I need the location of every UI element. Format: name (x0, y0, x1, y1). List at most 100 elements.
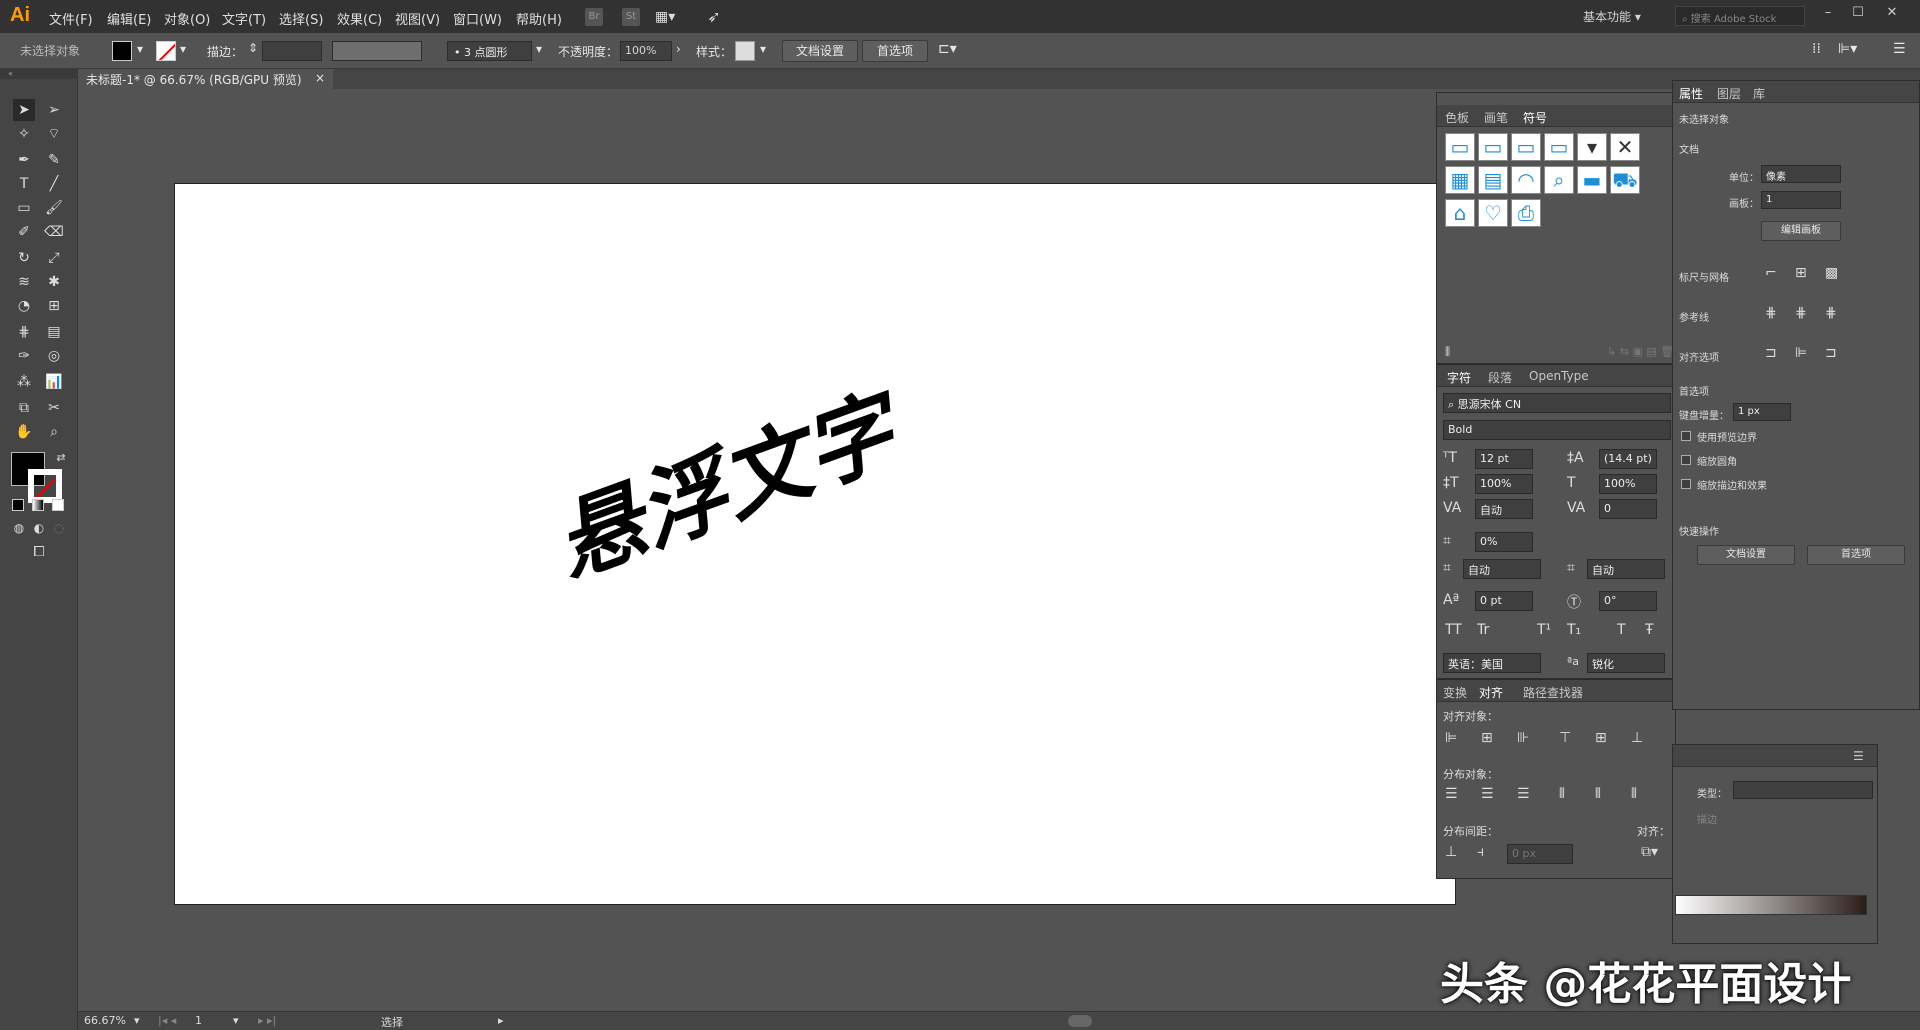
distribute-top-icon[interactable]: ☰ (1445, 786, 1458, 802)
document-tab[interactable]: 未标题-1* @ 66.67% (RGB/GPU 预览) × (78, 69, 333, 89)
artboard-tool-icon[interactable]: ⧉ (13, 397, 35, 419)
heart-add-symbol-icon[interactable]: ♡ (1478, 199, 1508, 227)
lasso-tool-icon[interactable]: ⌔ (43, 123, 65, 145)
floating-text-artwork[interactable]: 悬浮文字 (560, 352, 902, 603)
tracking-input[interactable]: 0 (1599, 499, 1657, 519)
align-left-icon[interactable]: ⊫ (1445, 730, 1457, 746)
language-select[interactable]: 英语：美国 (1443, 653, 1541, 673)
distribute-bottom-icon[interactable]: ☰ (1517, 786, 1530, 802)
screen-mode-icon[interactable]: ⧠ (28, 541, 50, 563)
artboard-nav-icons[interactable]: |◂ ◂ (158, 1014, 176, 1027)
perspective-guides-icon[interactable]: ⋕ (1825, 305, 1837, 321)
menu-view[interactable]: 视图(V) (395, 9, 440, 28)
spacing-input[interactable]: 0 px (1507, 844, 1573, 864)
grid-icon[interactable]: ⊞ (1795, 265, 1807, 281)
color-mode-icon[interactable] (12, 499, 24, 511)
artboard[interactable]: 悬浮文字 (174, 183, 1456, 905)
dropdown-symbol-icon[interactable]: ▾ (1577, 133, 1607, 161)
aki-left-select[interactable]: 自动 (1463, 559, 1541, 579)
magic-wand-tool-icon[interactable]: ✧ (13, 123, 35, 145)
horizontal-scrollbar-thumb[interactable] (1068, 1015, 1092, 1027)
paintbrush-tool-icon[interactable]: 🖌 (43, 197, 65, 219)
arrange-icon[interactable]: ⁞⁞ (1812, 41, 1821, 57)
home-symbol-icon[interactable]: ⌂ (1445, 199, 1475, 227)
menu-edit[interactable]: 编辑(E) (107, 9, 151, 28)
selection-tool-icon[interactable]: ➤ (13, 99, 35, 121)
tab-pathfinder[interactable]: 路径查找器 (1523, 684, 1583, 701)
tab-transform[interactable]: 变换 (1443, 684, 1467, 701)
close-symbol-icon[interactable]: ✕ (1610, 133, 1640, 161)
workspace-switcher[interactable]: 基本功能 ▾ (1583, 8, 1641, 25)
artboard-number[interactable]: 1 (195, 1014, 202, 1027)
symbol-library-icon[interactable]: ⫼ (1445, 345, 1450, 359)
calendar-symbol-icon[interactable]: ▦ (1445, 166, 1475, 194)
type-tool-icon[interactable]: T (13, 173, 35, 195)
gradient-ramp[interactable] (1675, 895, 1867, 915)
vertical-spacing-icon[interactable]: ⊥ (1445, 844, 1457, 860)
scale-corners-checkbox[interactable] (1681, 455, 1691, 465)
keyboard-increment-input[interactable]: 1 px (1733, 403, 1791, 421)
symbol-sprayer-tool-icon[interactable]: ⁂ (13, 371, 35, 393)
tab-libraries[interactable]: 库 (1753, 85, 1765, 102)
artboard-next-icons[interactable]: ▸ ▸| (258, 1014, 276, 1027)
subscript-button[interactable]: T₁ (1567, 622, 1581, 638)
curvature-tool-icon[interactable]: ✎ (43, 149, 65, 171)
perspective-grid-tool-icon[interactable]: ⊞ (43, 295, 65, 317)
align-to-select-icon[interactable]: ⧉▾ (1641, 844, 1658, 860)
stroke-weight-input[interactable] (262, 41, 322, 61)
bridge-icon[interactable]: Br (585, 8, 603, 26)
draw-behind-icon[interactable]: ◐ (28, 517, 50, 539)
pen-tool-icon[interactable]: ✒ (13, 149, 35, 171)
stock-icon[interactable]: St (622, 8, 640, 26)
preferences-button[interactable]: 首选项 (862, 40, 928, 62)
distribute-hcenter-icon[interactable]: ⫴ (1595, 786, 1601, 802)
distribute-left-icon[interactable]: ⫴ (1559, 786, 1565, 802)
film-symbol-icon[interactable]: ▤ (1478, 166, 1508, 194)
printer-symbol-icon[interactable]: ⎙ (1511, 199, 1541, 227)
distribute-right-icon[interactable]: ⫴ (1631, 786, 1637, 802)
rulers-icon[interactable]: ⌐ (1765, 265, 1777, 281)
opacity-input[interactable]: 100% (620, 41, 672, 61)
close-window-button[interactable]: ✕ (1880, 5, 1904, 25)
vertical-scale-input[interactable]: 100% (1475, 474, 1533, 494)
stroke-swatch[interactable] (28, 469, 62, 503)
align-top-icon[interactable]: ⊤ (1559, 730, 1571, 746)
units-select[interactable]: 像素 (1761, 165, 1841, 183)
collapse-tools-icon[interactable]: « (0, 69, 78, 79)
font-style-select[interactable]: Bold (1443, 420, 1671, 440)
align-bottom-icon[interactable]: ⊥ (1631, 730, 1643, 746)
align-panel-icon[interactable]: ⊫▾ (1838, 41, 1857, 57)
eraser-tool-icon[interactable]: ⌫ (43, 221, 65, 243)
symbol-slot-4[interactable]: ▭ (1544, 133, 1574, 161)
close-tab-icon[interactable]: × (315, 71, 325, 85)
tab-paragraph[interactable]: 段落 (1488, 369, 1512, 386)
zoom-level[interactable]: 66.67% (84, 1014, 126, 1027)
brush-definition[interactable]: • 3 点圆形 (447, 41, 532, 61)
arrange-documents-icon[interactable]: ▦▾ (655, 8, 675, 26)
menu-type[interactable]: 文字(T) (222, 9, 266, 28)
preview-bounds-checkbox[interactable] (1681, 431, 1691, 441)
document-setup-button[interactable]: 文档设置 (782, 40, 858, 62)
horizontal-spacing-icon[interactable]: ⫞ (1477, 844, 1484, 860)
menu-file[interactable]: 文件(F) (49, 9, 93, 28)
tab-symbols[interactable]: 符号 (1523, 109, 1547, 126)
tab-align[interactable]: 对齐 (1479, 684, 1503, 701)
gpu-rocket-icon[interactable]: ➶ (705, 8, 723, 26)
rss-symbol-icon[interactable]: ◠ (1511, 166, 1541, 194)
align-hcenter-icon[interactable]: ⊞ (1481, 730, 1493, 746)
scale-strokes-checkbox[interactable] (1681, 479, 1691, 489)
character-rotation-input[interactable]: 0° (1599, 591, 1657, 611)
shaper-tool-icon[interactable]: ✐ (13, 221, 35, 243)
aki-right-select[interactable]: 自动 (1587, 559, 1665, 579)
panel-menu-icon[interactable]: ☰ (1893, 41, 1906, 57)
status-menu-icon[interactable]: ▸ (498, 1014, 504, 1027)
gradient-panel-menu-icon[interactable]: ☰ (1853, 749, 1864, 763)
fill-color-swatch[interactable] (112, 41, 132, 61)
small-caps-button[interactable]: Tr (1477, 622, 1489, 638)
rectangle-tool-icon[interactable]: ▭ (13, 197, 35, 219)
style-dropdown-icon[interactable]: ▾ (760, 42, 766, 56)
tab-swatches[interactable]: 色板 (1445, 109, 1469, 126)
blend-tool-icon[interactable]: ◎ (43, 345, 65, 367)
artboard-dropdown-icon[interactable]: ▾ (233, 1014, 239, 1027)
gradient-type-select[interactable] (1733, 781, 1873, 799)
